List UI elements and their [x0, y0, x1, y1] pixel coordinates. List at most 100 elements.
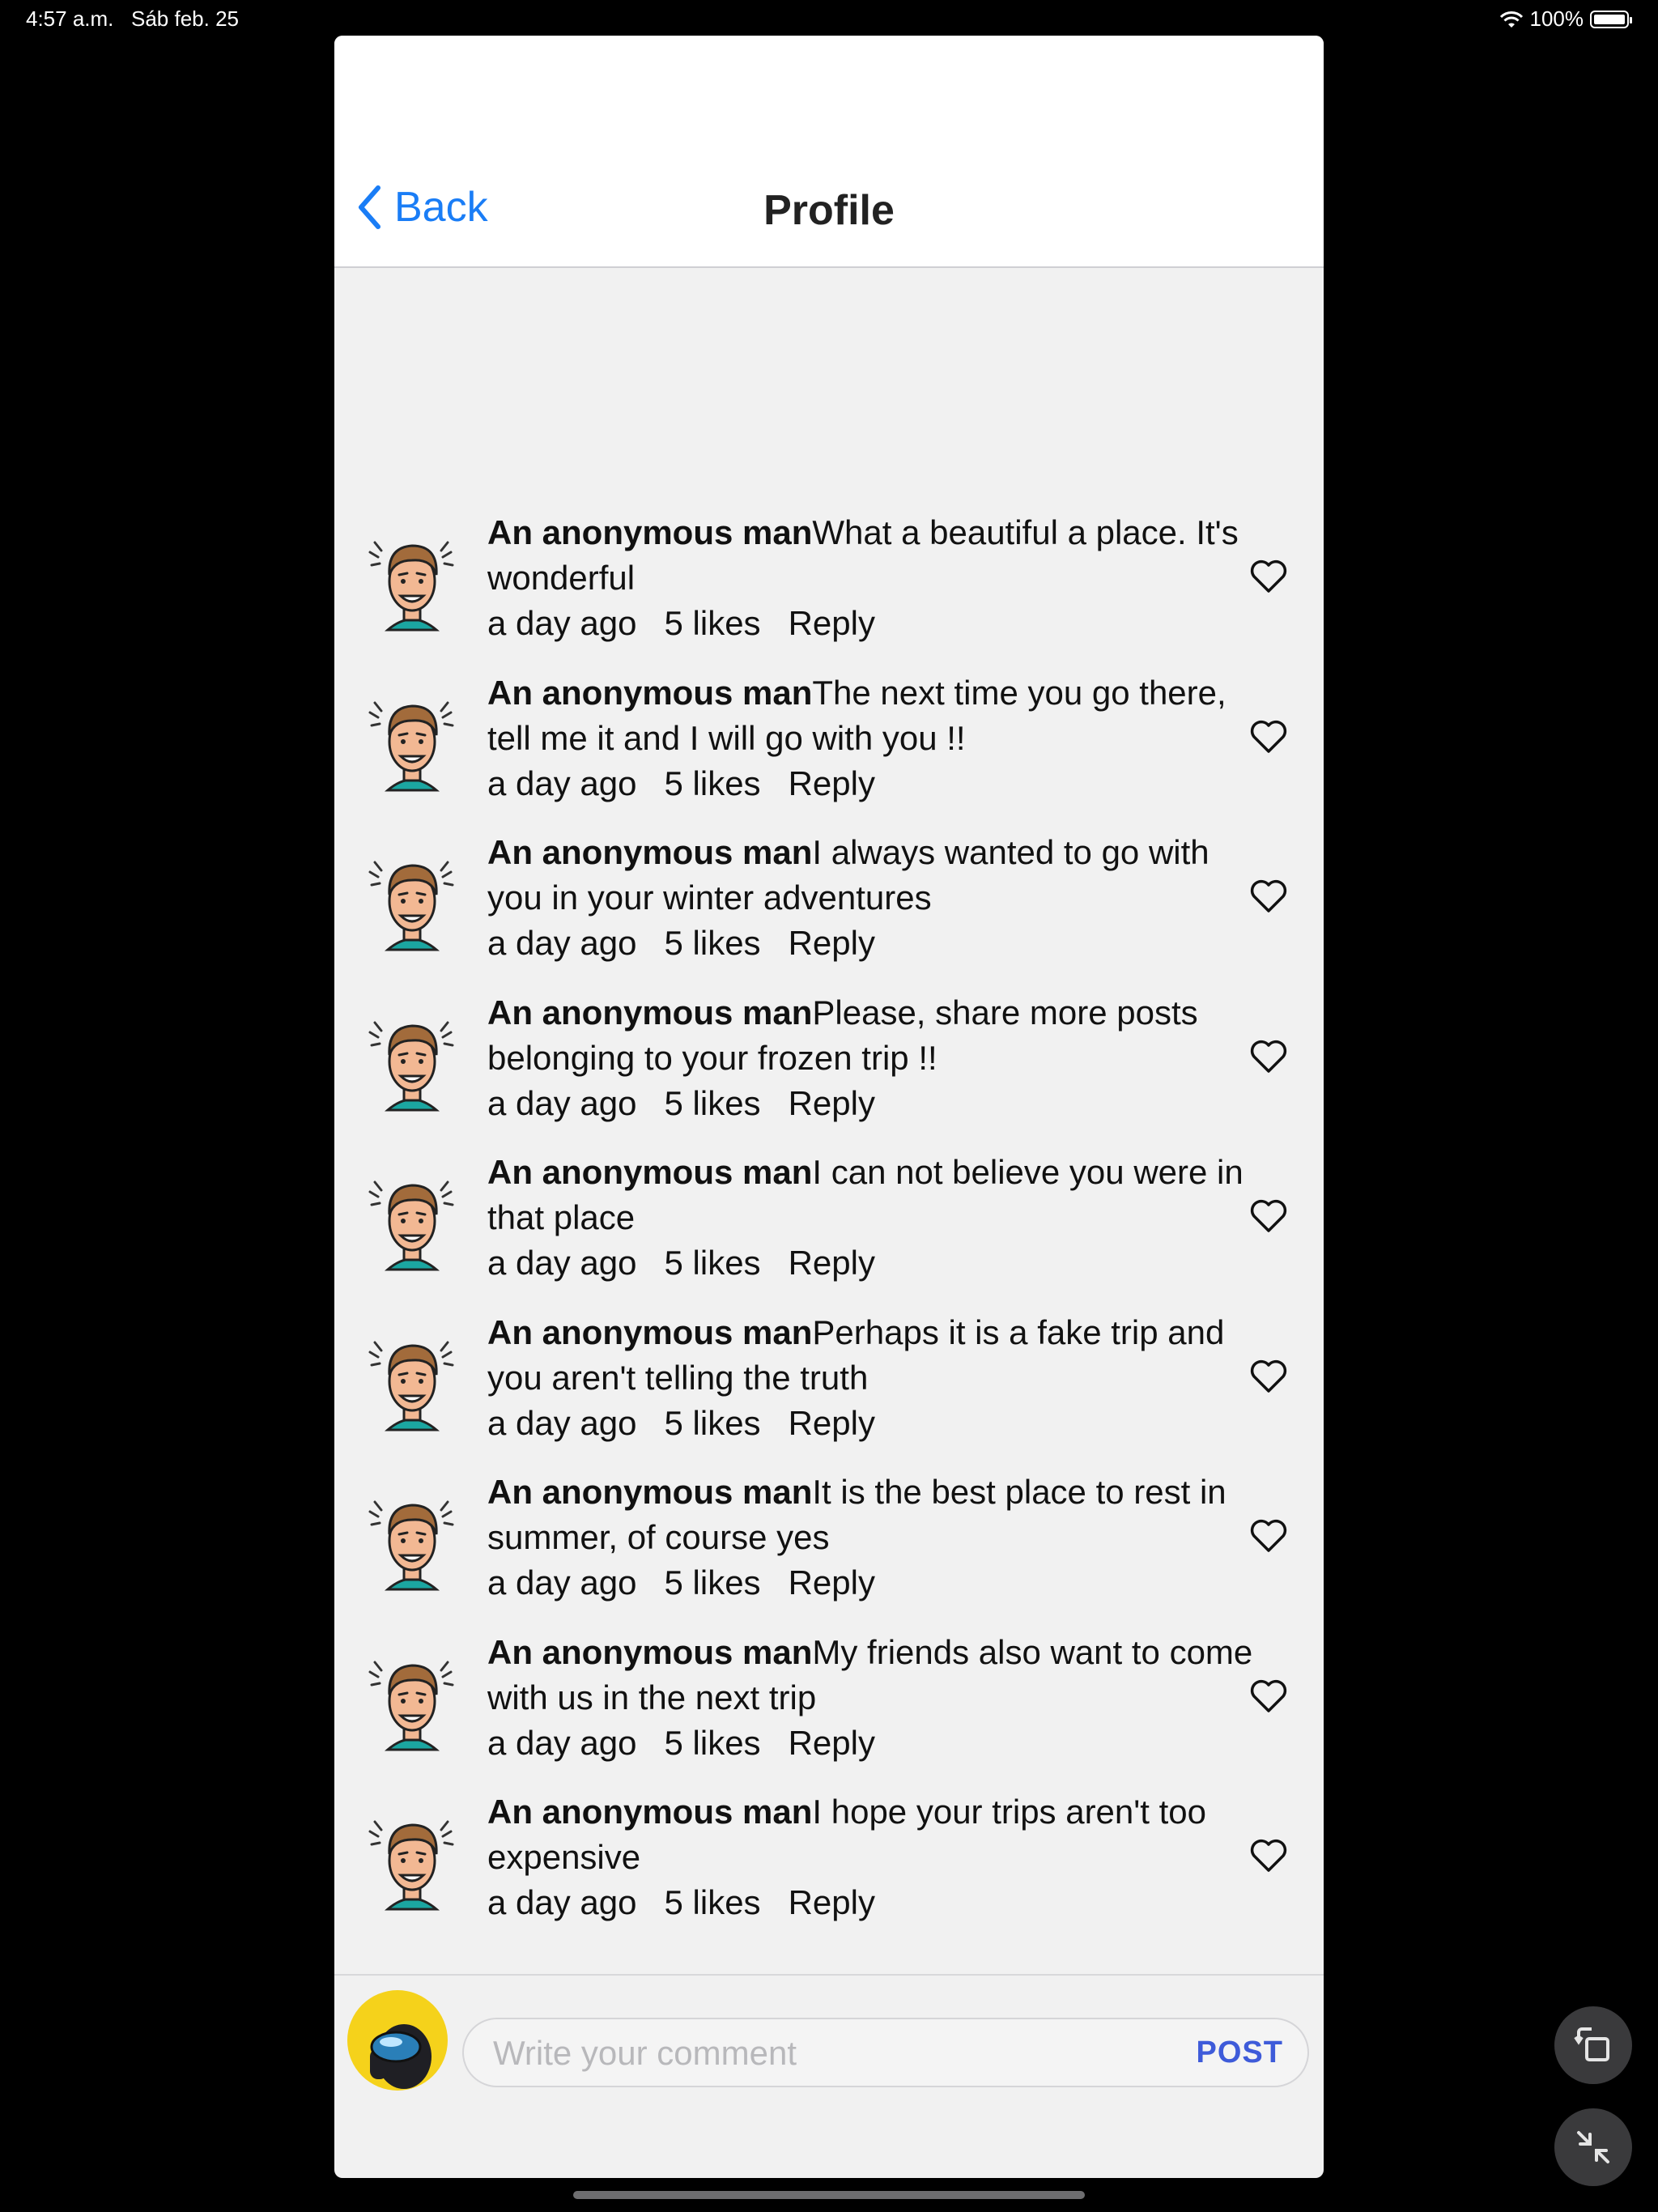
- comment-likes: 5 likes: [664, 1244, 761, 1282]
- comment-meta: a day ago 5 likes Reply: [487, 1401, 875, 1446]
- comment-text: An anonymous manI always wanted to go wi…: [487, 830, 1265, 921]
- comment-text: An anonymous manI hope your trips aren't…: [487, 1789, 1265, 1880]
- heart-icon[interactable]: [1249, 1678, 1288, 1714]
- crewmate-avatar-icon: [370, 2024, 432, 2089]
- commenter-avatar: [363, 528, 461, 636]
- heart-icon[interactable]: [1249, 719, 1288, 755]
- heart-icon[interactable]: [1249, 1359, 1288, 1394]
- home-indicator[interactable]: [573, 2191, 1085, 2199]
- comment-author: An anonymous man: [487, 513, 813, 551]
- comment-text: An anonymous manWhat a beautiful a place…: [487, 510, 1265, 601]
- current-user-avatar: [347, 1990, 448, 2091]
- comment-meta: a day ago 5 likes Reply: [487, 1560, 875, 1606]
- heart-icon[interactable]: [1249, 1198, 1288, 1234]
- comment-time: a day ago: [487, 764, 637, 802]
- comment-item: An anonymous manPerhaps it is a fake tri…: [334, 1310, 1324, 1470]
- comment-meta: a day ago 5 likes Reply: [487, 601, 875, 646]
- comment-time: a day ago: [487, 1244, 637, 1282]
- comment-time: a day ago: [487, 1083, 637, 1122]
- commenter-avatar: [363, 1008, 461, 1117]
- comment-likes: 5 likes: [664, 1563, 761, 1602]
- comment-time: a day ago: [487, 1883, 637, 1921]
- comment-item: An anonymous manI can not believe you we…: [334, 1150, 1324, 1310]
- commenter-avatar: [363, 1807, 461, 1916]
- comment-likes: 5 likes: [664, 604, 761, 642]
- battery-percent: 100%: [1529, 6, 1584, 31]
- reply-button[interactable]: Reply: [789, 1880, 875, 1925]
- status-bar: 4:57 a.m. Sáb feb. 25 100%: [0, 0, 1658, 39]
- status-date: Sáb feb. 25: [131, 6, 239, 31]
- comment-author: An anonymous man: [487, 833, 813, 871]
- collapse-button[interactable]: [1554, 2108, 1632, 2186]
- commenter-avatar: [363, 1648, 461, 1756]
- commenter-avatar: [363, 1328, 461, 1436]
- wifi-icon: [1499, 11, 1523, 28]
- comment-time: a day ago: [487, 604, 637, 642]
- comment-item: An anonymous manPlease, share more posts…: [334, 990, 1324, 1151]
- comment-author: An anonymous man: [487, 1793, 813, 1831]
- heart-icon[interactable]: [1249, 1518, 1288, 1554]
- comment-author: An anonymous man: [487, 673, 813, 712]
- comment-likes: 5 likes: [664, 924, 761, 962]
- post-button[interactable]: POST: [1197, 2035, 1283, 2070]
- commenter-avatar: [363, 1487, 461, 1596]
- reply-button[interactable]: Reply: [789, 1401, 875, 1446]
- commenter-avatar: [363, 688, 461, 797]
- reply-button[interactable]: Reply: [789, 761, 875, 806]
- heart-icon[interactable]: [1249, 1838, 1288, 1874]
- comment-text: An anonymous manThe next time you go the…: [487, 670, 1265, 761]
- status-time: 4:57 a.m.: [26, 6, 114, 31]
- rotate-icon: [1574, 2027, 1609, 2061]
- comments-list: An anonymous manWhat a beautiful a place…: [334, 510, 1324, 1950]
- comment-author: An anonymous man: [487, 993, 813, 1032]
- comment-meta: a day ago 5 likes Reply: [487, 1240, 875, 1286]
- battery-icon: [1590, 10, 1632, 28]
- comment-likes: 5 likes: [664, 1883, 761, 1921]
- comment-time: a day ago: [487, 1563, 637, 1602]
- reply-button[interactable]: Reply: [789, 921, 875, 966]
- divider: [334, 1974, 1324, 1976]
- comment-author: An anonymous man: [487, 1473, 813, 1511]
- comment-item: An anonymous manWhat a beautiful a place…: [334, 510, 1324, 670]
- reply-button[interactable]: Reply: [789, 601, 875, 646]
- comment-meta: a day ago 5 likes Reply: [487, 1081, 875, 1126]
- comment-meta: a day ago 5 likes Reply: [487, 1880, 875, 1925]
- heart-icon[interactable]: [1249, 559, 1288, 594]
- comment-author: An anonymous man: [487, 1153, 813, 1191]
- comment-meta: a day ago 5 likes Reply: [487, 761, 875, 806]
- comment-meta: a day ago 5 likes Reply: [487, 921, 875, 966]
- comment-likes: 5 likes: [664, 764, 761, 802]
- comment-text: An anonymous manIt is the best place to …: [487, 1470, 1265, 1560]
- reply-button[interactable]: Reply: [789, 1240, 875, 1286]
- nav-bar: Back Profile: [334, 36, 1324, 268]
- comment-text: An anonymous manPerhaps it is a fake tri…: [487, 1310, 1265, 1401]
- comment-time: a day ago: [487, 1403, 637, 1442]
- comment-meta: a day ago 5 likes Reply: [487, 1721, 875, 1766]
- comment-text: An anonymous manMy friends also want to …: [487, 1630, 1265, 1721]
- comment-author: An anonymous man: [487, 1632, 813, 1671]
- commenter-avatar: [363, 848, 461, 956]
- comment-item: An anonymous manIt is the best place to …: [334, 1470, 1324, 1630]
- comment-time: a day ago: [487, 1723, 637, 1762]
- comment-item: An anonymous manI hope your trips aren't…: [334, 1789, 1324, 1950]
- reply-button[interactable]: Reply: [789, 1560, 875, 1606]
- status-right: 100%: [1499, 6, 1632, 32]
- comment-time: a day ago: [487, 924, 637, 962]
- comment-text: An anonymous manI can not believe you we…: [487, 1150, 1265, 1240]
- comment-likes: 5 likes: [664, 1723, 761, 1762]
- reply-button[interactable]: Reply: [789, 1721, 875, 1766]
- heart-icon[interactable]: [1249, 878, 1288, 914]
- comment-composer: POST: [462, 2018, 1309, 2087]
- comment-text: An anonymous manPlease, share more posts…: [487, 990, 1265, 1081]
- comment-likes: 5 likes: [664, 1403, 761, 1442]
- comment-item: An anonymous manThe next time you go the…: [334, 670, 1324, 831]
- comment-item: An anonymous manI always wanted to go wi…: [334, 830, 1324, 990]
- commenter-avatar: [363, 1168, 461, 1276]
- comment-input[interactable]: [491, 2019, 1142, 2087]
- profile-sheet: Back Profile An anonymous manWhat a beau…: [334, 36, 1324, 2178]
- page-title: Profile: [763, 187, 895, 234]
- collapse-icon: [1577, 2131, 1609, 2163]
- heart-icon[interactable]: [1249, 1039, 1288, 1074]
- rotate-button[interactable]: [1554, 2006, 1632, 2084]
- reply-button[interactable]: Reply: [789, 1081, 875, 1126]
